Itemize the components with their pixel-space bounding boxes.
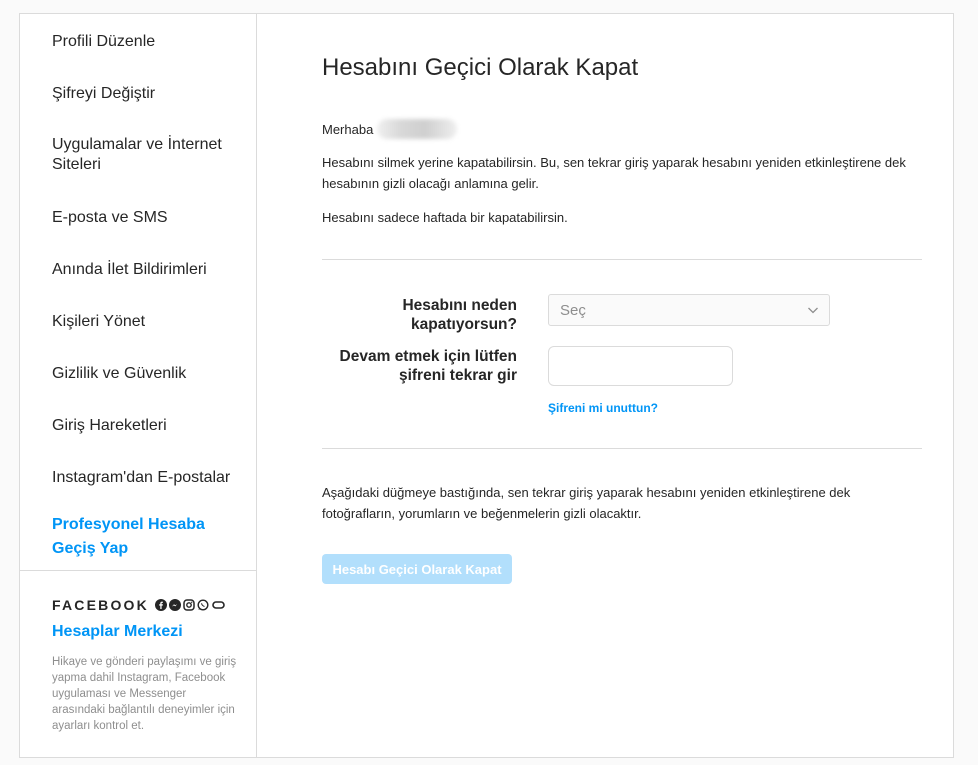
password-label: Devam etmek için lütfen şifreni tekrar g… (339, 348, 517, 384)
sidebar-item-email-sms[interactable]: E-posta ve SMS (52, 208, 242, 228)
greeting-text: Merhaba (322, 121, 374, 137)
blurred-username (377, 119, 458, 139)
sidebar-item-edit-profile[interactable]: Profili Düzenle (52, 32, 242, 52)
reason-select-value: Seç (560, 302, 586, 319)
messenger-icon (168, 599, 181, 611)
password-field[interactable] (548, 346, 733, 386)
sidebar-item-emails-from-instagram[interactable]: Instagram'dan E-postalar (52, 468, 242, 488)
sidebar-divider (20, 570, 256, 571)
settings-card: Profili Düzenle Şifreyi Değiştir Uygulam… (19, 13, 954, 758)
sidebar-item-switch-professional[interactable]: Profesyonel Hesaba Geçiş Yap (52, 513, 242, 561)
portal-icon (212, 601, 225, 609)
sidebar-item-manage-contacts[interactable]: Kişileri Yönet (52, 312, 242, 332)
deactivate-notice: Aşağıdaki düğmeye bastığında, sen tekrar… (322, 485, 851, 521)
meta-apps-icons (154, 599, 225, 611)
sidebar-item-push-notifications[interactable]: Anında İlet Bildirimleri (52, 260, 242, 280)
sidebar-item-privacy-security[interactable]: Gizlilik ve Güvenlik (52, 364, 242, 384)
section-divider-2 (322, 448, 922, 449)
facebook-brand-row: FACEBOOK (52, 597, 225, 613)
whatsapp-icon (197, 599, 209, 611)
facebook-icon (154, 599, 167, 611)
instagram-icon (183, 599, 195, 611)
deactivate-account-button[interactable]: Hesabı Geçici Olarak Kapat (322, 554, 512, 584)
chevron-down-icon (808, 307, 818, 314)
accounts-center-description: Hikaye ve gönderi paylaşımı ve giriş yap… (52, 656, 237, 732)
greeting: Merhaba (322, 119, 458, 139)
settings-sidebar: Profili Düzenle Şifreyi Değiştir Uygulam… (20, 14, 257, 757)
sidebar-item-change-password[interactable]: Şifreyi Değiştir (52, 84, 242, 104)
facebook-wordmark: FACEBOOK (52, 597, 149, 613)
section-divider (322, 259, 922, 260)
weekly-limit-note: Hesabını sadece haftada bir kapatabilirs… (322, 210, 568, 225)
deactivate-explanation: Hesabını silmek yerine kapatabilirsin. B… (322, 155, 906, 191)
sidebar-item-login-activity[interactable]: Giriş Hareketleri (52, 416, 242, 436)
page-title: Hesabını Geçici Olarak Kapat (322, 54, 639, 81)
reason-label: Hesabını neden kapatıyorsun? (402, 297, 517, 333)
reason-select[interactable]: Seç (548, 294, 830, 326)
accounts-center-link[interactable]: Hesaplar Merkezi (52, 623, 183, 641)
sidebar-item-apps-websites[interactable]: Uygulamalar ve İnternet Siteleri (52, 135, 242, 175)
forgot-password-link[interactable]: Şifreni mi unuttun? (548, 401, 658, 415)
